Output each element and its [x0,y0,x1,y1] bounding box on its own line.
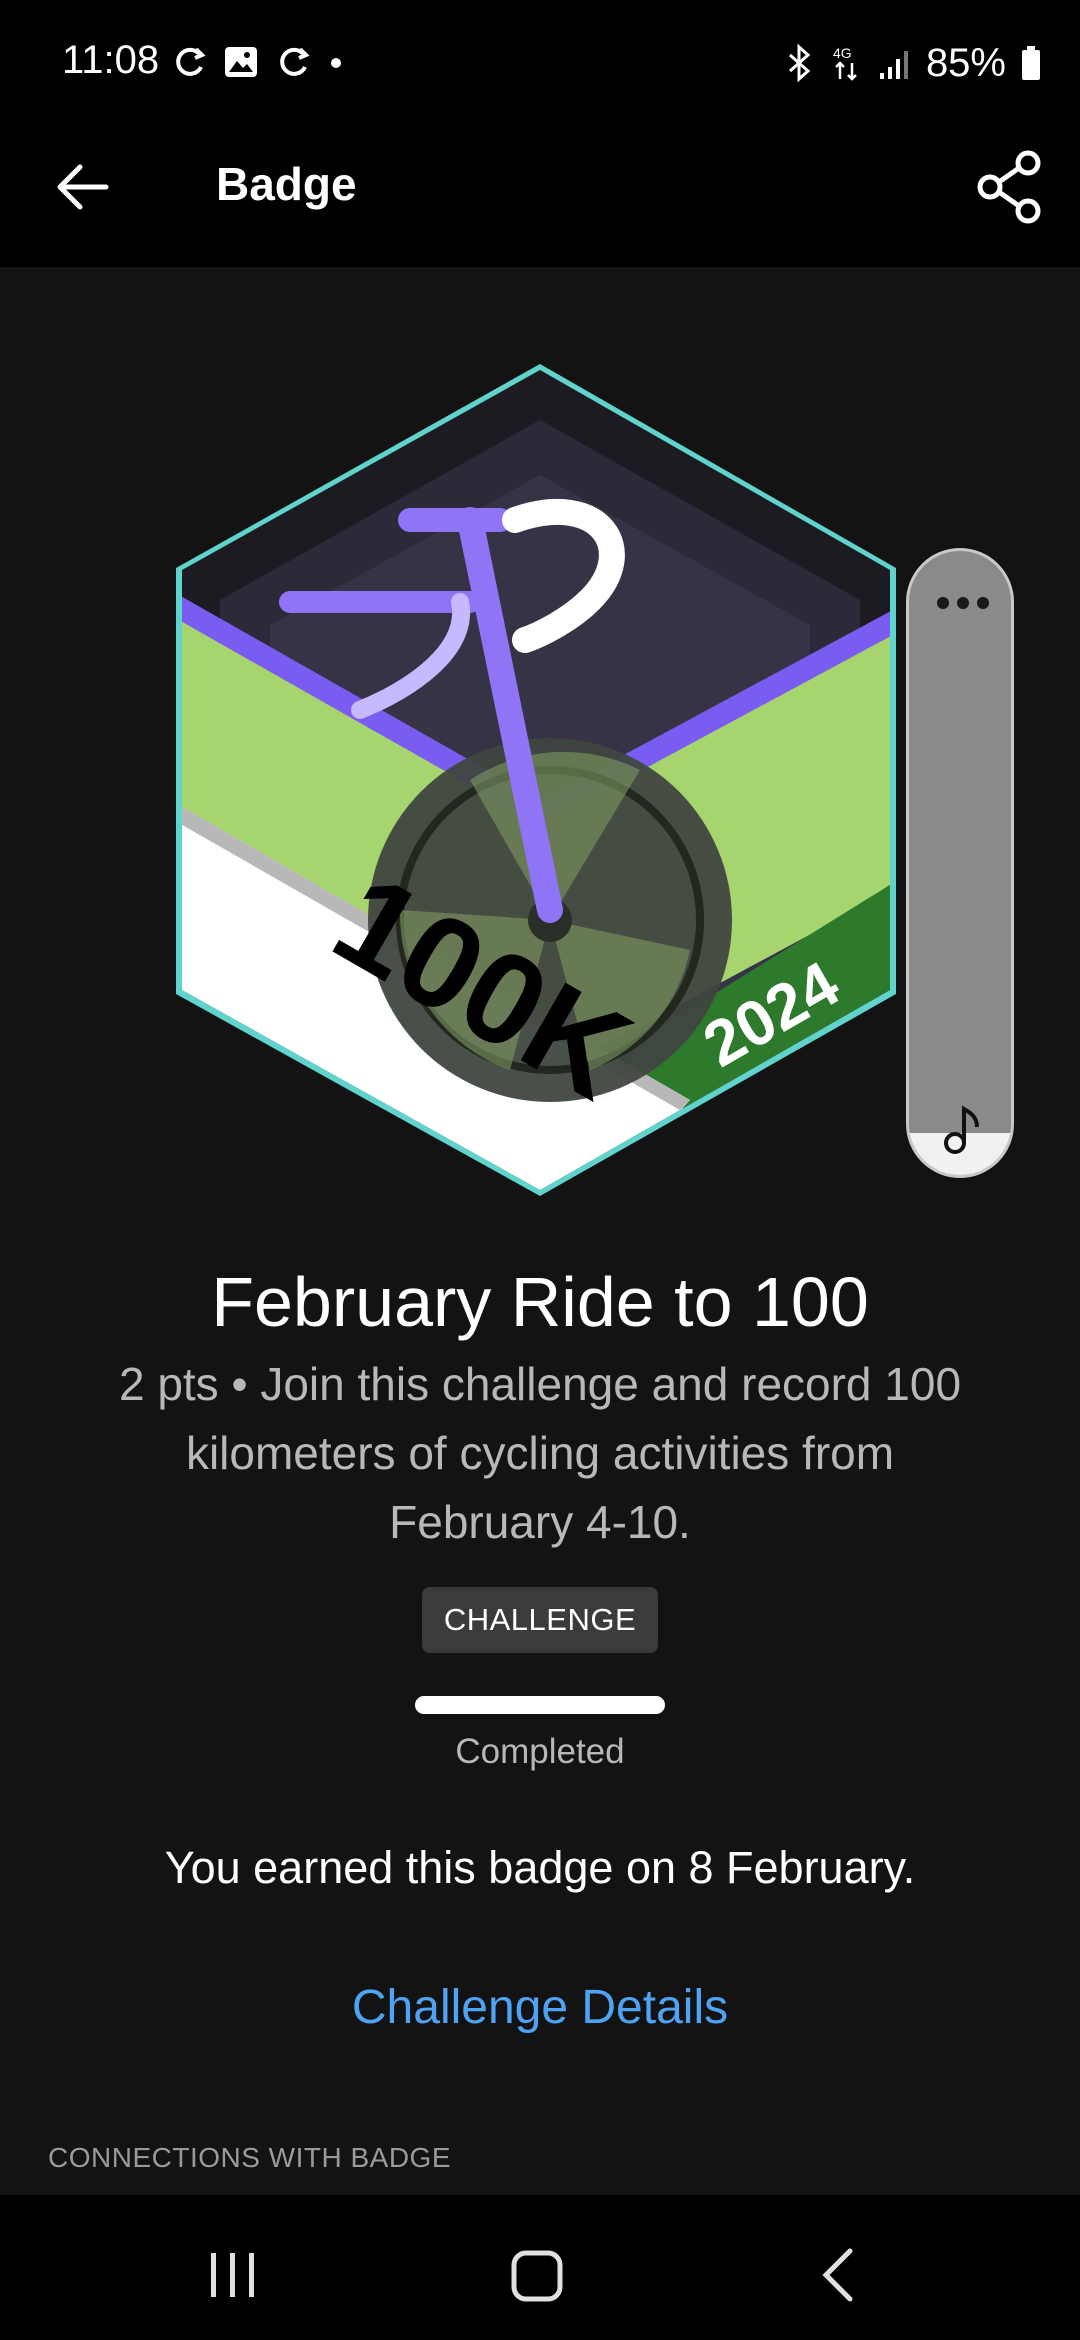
status-time: 11:08 [62,38,160,82]
arrow-left-icon [57,164,109,210]
progress-label: Completed [455,1732,625,1771]
image-icon [225,47,257,77]
bluetooth-icon [788,43,811,83]
badge-description: 2 pts • Join this challenge and record 1… [118,1358,962,1548]
challenge-chip: CHALLENGE [422,1587,658,1653]
more-icon [937,597,989,609]
badge-title: February Ride to 100 [211,1263,869,1341]
recent-apps-button[interactable] [205,2247,261,2303]
earned-date-text: You earned this badge on 8 February. [164,1842,916,1893]
status-bar: 11:08 4G 85% [0,0,1080,125]
back-button[interactable] [52,155,116,219]
page-title: Badge [216,158,357,210]
share-button[interactable] [974,147,1046,227]
music-note-icon [944,1105,979,1154]
app-bar: Badge [0,125,1080,267]
sync-icon [176,47,206,76]
sync-icon-2 [280,47,310,76]
svg-text:4G: 4G [833,45,852,61]
dot-icon [331,58,341,68]
status-system-icons: 4G 85% [784,38,1042,88]
battery-icon [1022,46,1040,80]
share-icon [977,150,1041,224]
home-button[interactable] [508,2245,568,2305]
challenge-details-link[interactable]: Challenge Details [0,1980,1080,2035]
progress-bar [415,1696,665,1714]
connections-section-header: CONNECTIONS WITH BADGE [48,2142,452,2173]
battery-percent: 85% [925,40,1006,85]
side-panel-handle[interactable] [906,548,1014,1178]
badge-image: 100K 2024 [176,364,896,1196]
signal-icon [879,51,908,79]
4g-icon: 4G [833,45,857,81]
status-notification-icons [170,40,346,84]
system-navigation-bar [0,2195,1080,2340]
nav-back-button[interactable] [818,2245,858,2305]
